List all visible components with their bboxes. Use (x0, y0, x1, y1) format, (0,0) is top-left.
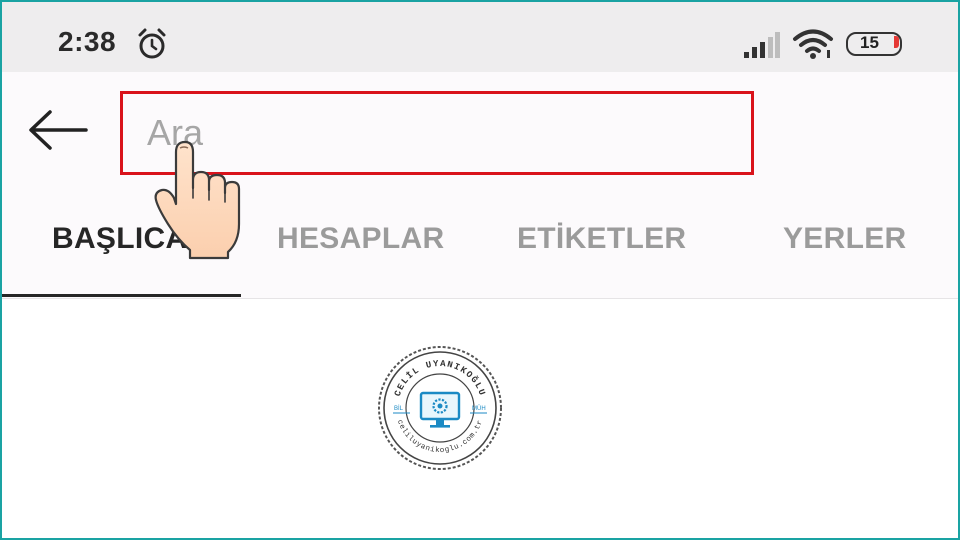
status-time: 2:38 (58, 26, 117, 57)
watermark-seal: CELİL UYANIKOĞLU celiluyanikoglu.com.tr … (378, 346, 502, 470)
alarm-clock-icon (138, 28, 166, 59)
active-tab-indicator (2, 294, 241, 297)
battery-percent: 15 (860, 33, 879, 52)
tab-yerler[interactable]: YERLER (783, 222, 907, 256)
wifi-icon (793, 29, 833, 59)
cell-signal-icon (744, 32, 780, 58)
battery-low-fill (894, 36, 899, 48)
tab-hesaplar[interactable]: HESAPLAR (277, 222, 444, 256)
watermark-right-text: MÜH (472, 405, 486, 412)
arrow-left-icon[interactable] (26, 108, 90, 152)
battery-indicator: 15 (846, 32, 902, 56)
pointing-hand-icon (154, 140, 241, 260)
tab-etiketler[interactable]: ETİKETLER (517, 222, 686, 256)
status-bar: 2:38 15 (0, 0, 960, 72)
watermark-left-text: BİL (394, 405, 404, 412)
